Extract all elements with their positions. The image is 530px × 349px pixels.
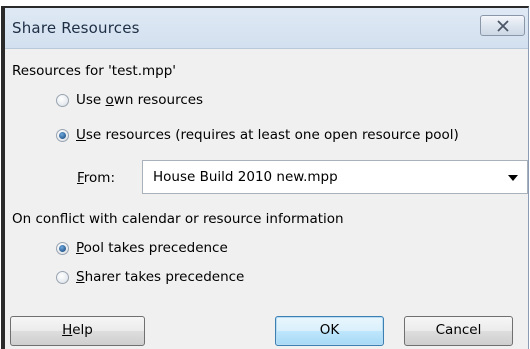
from-label: From: xyxy=(77,170,116,186)
from-dropdown[interactable]: House Build 2010 new.mpp xyxy=(142,160,528,194)
cancel-button[interactable]: Cancel xyxy=(404,316,513,346)
close-button[interactable] xyxy=(480,15,525,36)
radio-unchecked-icon xyxy=(56,93,69,107)
sharer-takes-precedence-radio[interactable]: Sharer takes precedence xyxy=(56,267,244,287)
use-pool-resources-label: Use resources (requires at least one ope… xyxy=(76,127,459,143)
conflict-group-label: On conflict with calendar or resource in… xyxy=(12,211,344,227)
use-own-resources-label: Use own resources xyxy=(76,92,204,108)
dialog-title: Share Resources xyxy=(12,19,140,37)
pool-takes-precedence-radio[interactable]: Pool takes precedence xyxy=(56,238,228,258)
pool-takes-precedence-label: Pool takes precedence xyxy=(76,240,228,256)
resources-group-label: Resources for 'test.mpp' xyxy=(12,63,177,79)
dialog-content: Resources for 'test.mpp' Use own resourc… xyxy=(5,49,528,349)
chevron-down-icon xyxy=(508,175,518,181)
use-own-resources-radio[interactable]: Use own resources xyxy=(56,90,203,110)
from-dropdown-value: House Build 2010 new.mpp xyxy=(153,169,338,185)
help-button[interactable]: Help xyxy=(10,316,145,346)
sharer-takes-precedence-label: Sharer takes precedence xyxy=(76,269,245,285)
title-bar: Share Resources xyxy=(5,8,528,49)
close-icon xyxy=(497,20,509,32)
radio-checked-icon xyxy=(56,128,69,142)
use-pool-resources-radio[interactable]: Use resources (requires at least one ope… xyxy=(56,125,459,145)
radio-checked-icon xyxy=(56,241,69,255)
share-resources-dialog: Share Resources Resources for 'test.mpp'… xyxy=(1,6,529,349)
ok-button[interactable]: OK xyxy=(275,316,384,346)
radio-unchecked-icon xyxy=(56,270,69,284)
